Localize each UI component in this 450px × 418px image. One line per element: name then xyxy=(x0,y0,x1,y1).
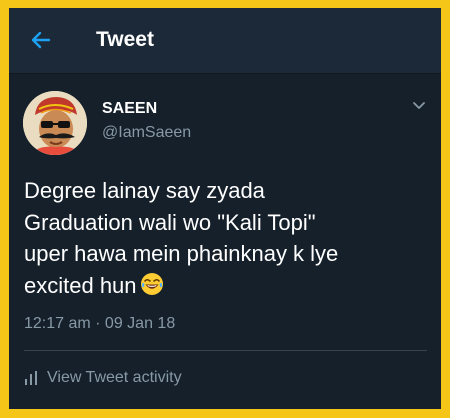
tweet-line: excited hun xyxy=(24,272,137,298)
tweet-screen: Tweet SAEEN @IamSaeen Degree lainay say … xyxy=(9,8,441,409)
tweet-line: uper hawa mein phainknay k lye xyxy=(24,241,339,266)
bar-chart-icon xyxy=(25,371,37,385)
chevron-down-icon[interactable] xyxy=(412,101,426,111)
divider xyxy=(24,350,427,351)
laughing-emoji-icon xyxy=(140,272,163,295)
avatar[interactable] xyxy=(23,91,87,155)
author-name[interactable]: SAEEN xyxy=(102,100,157,118)
tweet-body: Degree lainay say zyada Graduation wali … xyxy=(24,175,424,301)
page-title: Tweet xyxy=(96,28,154,51)
back-arrow-icon[interactable] xyxy=(29,28,53,52)
tweet-timestamp: 12:17 am · 09 Jan 18 xyxy=(24,315,176,332)
tweet-line-last: excited hun xyxy=(24,270,424,302)
tweet-line: Degree lainay say zyada xyxy=(24,178,265,203)
view-activity-link[interactable]: View Tweet activity xyxy=(24,368,182,388)
author-handle[interactable]: @IamSaeen xyxy=(102,124,191,142)
activity-label: View Tweet activity xyxy=(47,369,182,386)
top-bar: Tweet xyxy=(9,8,441,74)
tweet-line: Graduation wali wo "Kali Topi" xyxy=(24,209,316,235)
avatar-image xyxy=(23,91,87,155)
